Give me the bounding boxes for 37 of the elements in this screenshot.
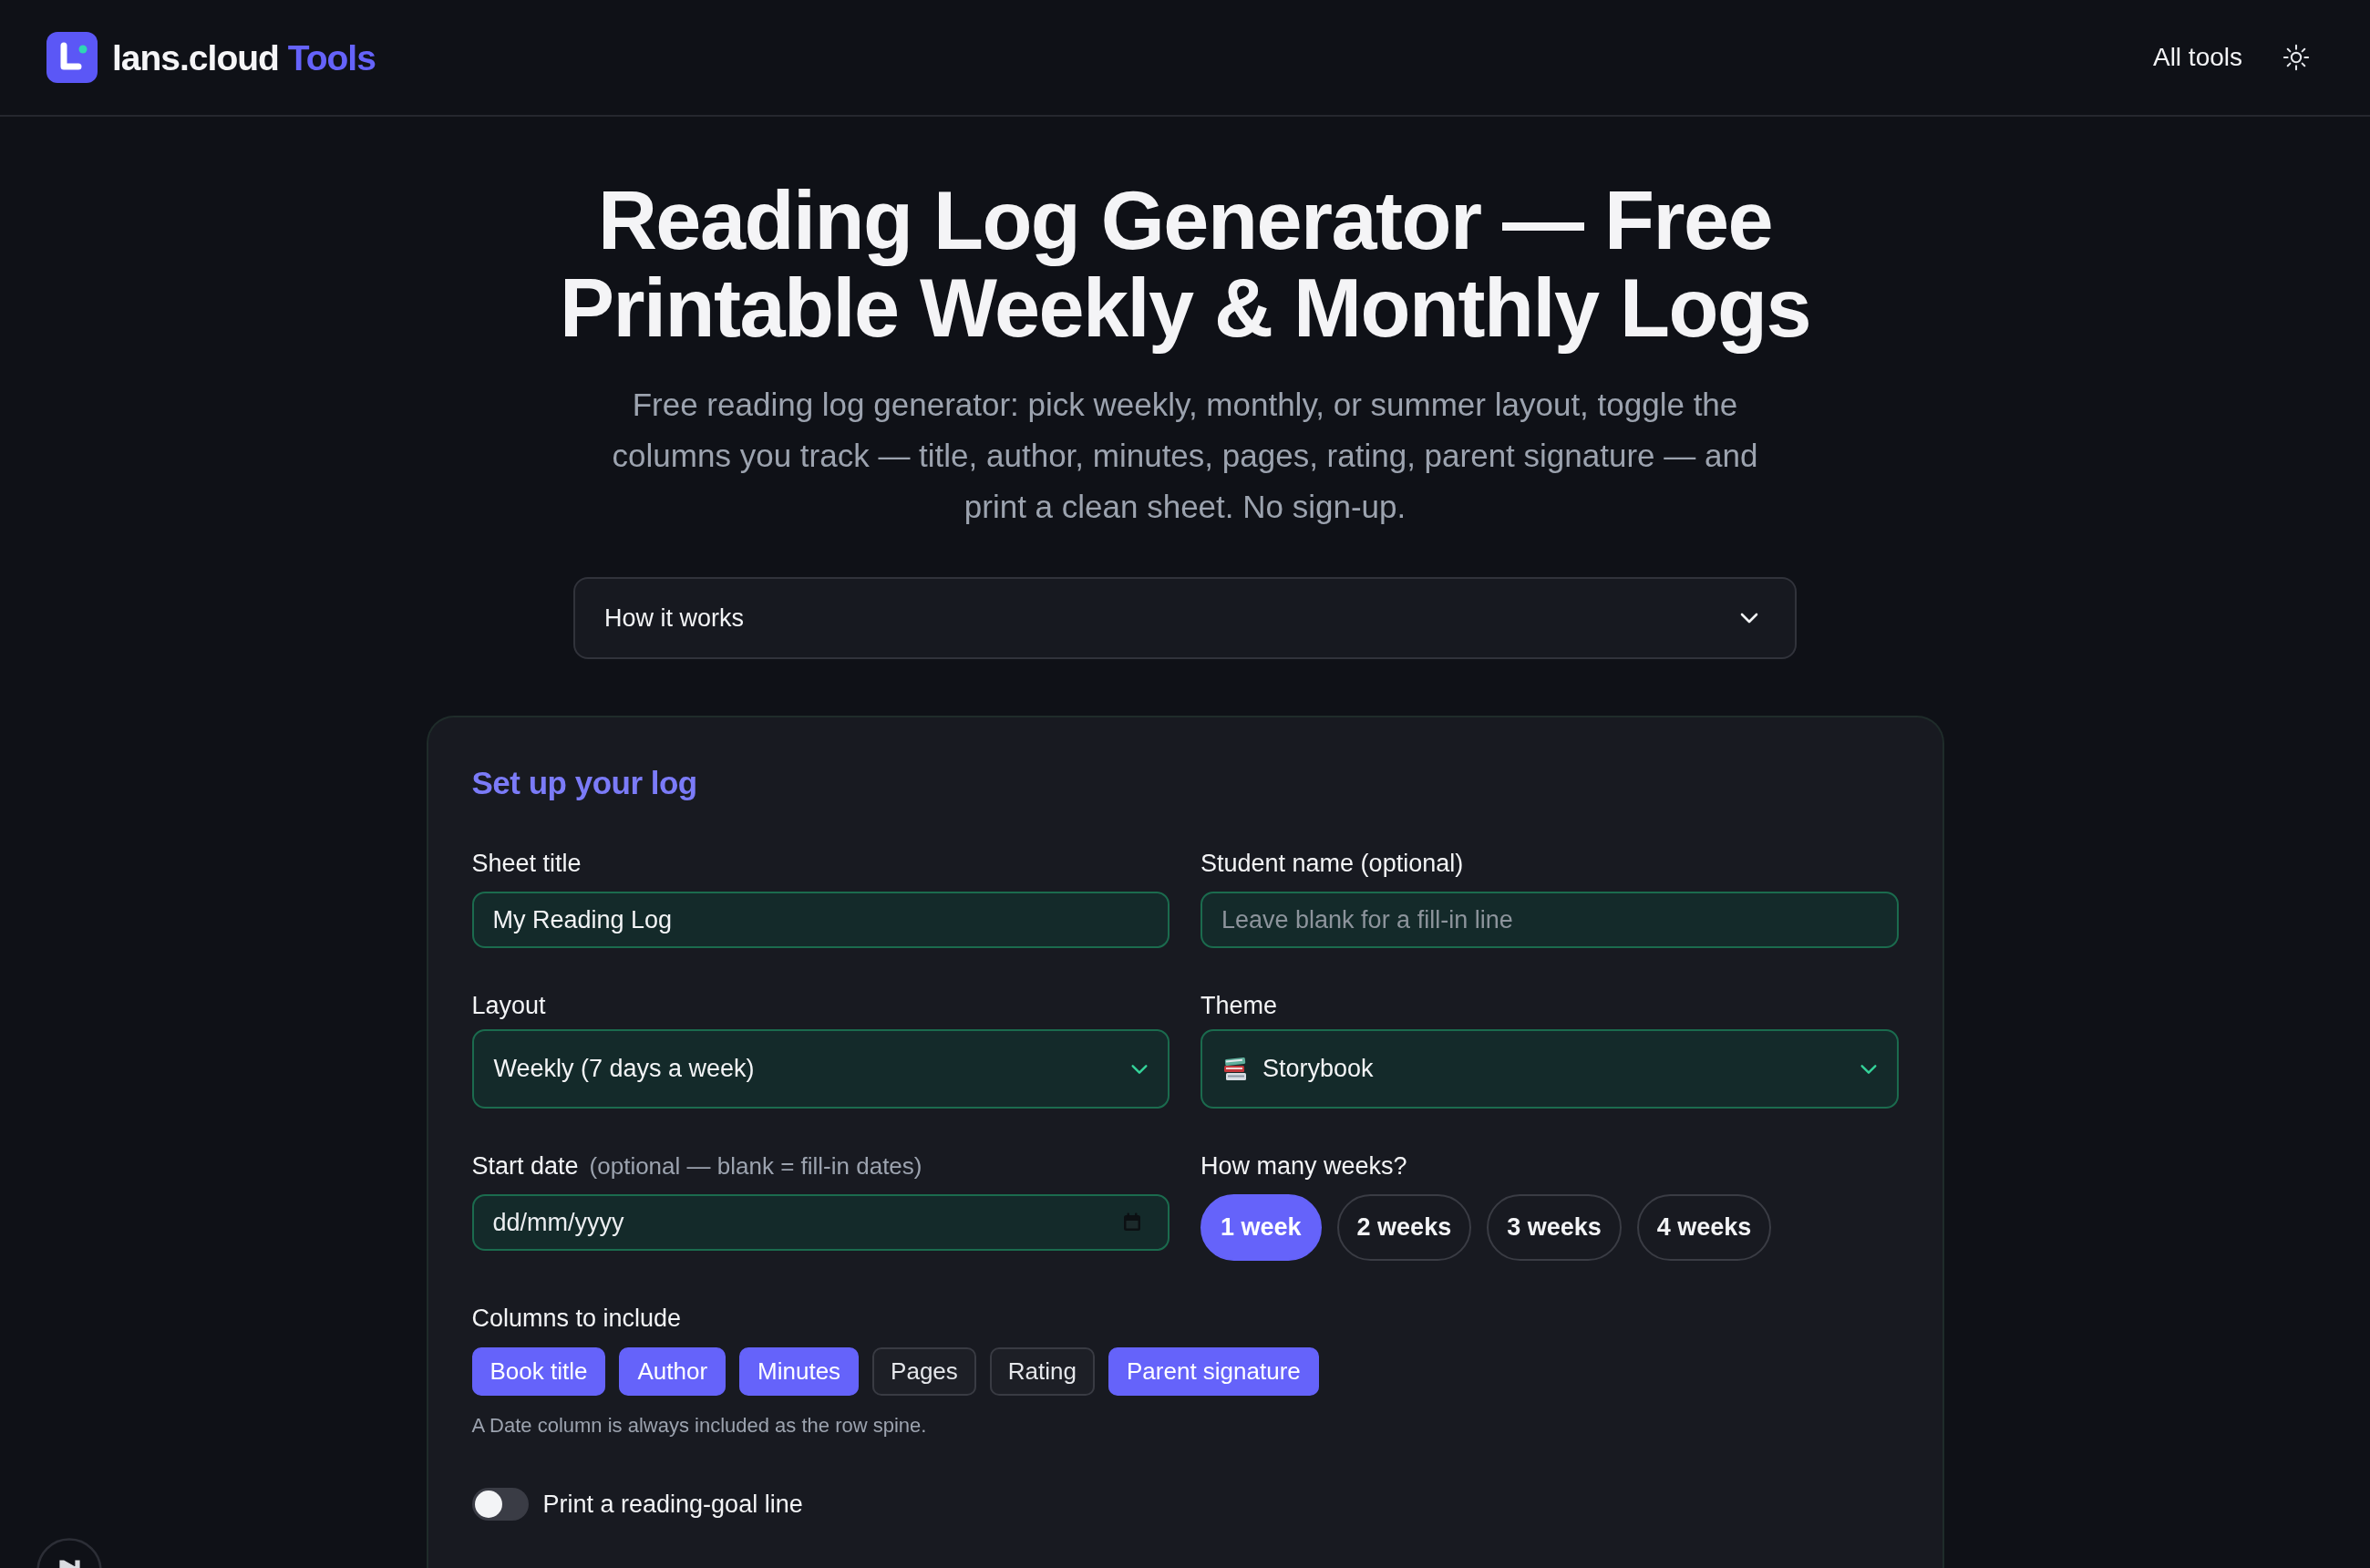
- field-label: Layout: [471, 991, 546, 1021]
- week-option[interactable]: 2 weeks: [1336, 1194, 1472, 1261]
- logo-icon[interactable]: [46, 32, 98, 83]
- column-chip[interactable]: Book title: [471, 1347, 606, 1396]
- column-chip[interactable]: Parent signature: [1108, 1347, 1319, 1396]
- text-field[interactable]: Leave blank for a fill-in line: [1200, 892, 1899, 948]
- section-heading: Set up your log: [471, 764, 698, 802]
- field-hint: (optional — blank = fill-in dates): [589, 1151, 922, 1181]
- date-field[interactable]: dd/mm/yyyy: [471, 1194, 1170, 1251]
- field-label: How many weeks?: [1200, 1151, 1407, 1181]
- week-option[interactable]: 3 weeks: [1487, 1194, 1622, 1261]
- brand-name[interactable]: lans.cloud Tools: [112, 39, 376, 76]
- dropdown[interactable]: Weekly (7 days a week): [471, 1029, 1170, 1109]
- field-label: Student name (optional): [1200, 849, 1464, 879]
- nav-link[interactable]: All tools: [2152, 38, 2242, 77]
- page-description: Free reading log generator: pick weekly, monthly, or summer layout, toggle the columns you track — title, author, minutes, pages, rating, parent signature — and print a clean sheet. No sign-up.: [611, 386, 1759, 526]
- dropdown[interactable]: Storybook: [1200, 1029, 1899, 1109]
- theme-toggle-button[interactable]: [2282, 44, 2310, 71]
- round-logo-icon[interactable]: [36, 1538, 102, 1568]
- toggle-label: Print a reading-goal line: [542, 1490, 803, 1520]
- books-icon: [1222, 1057, 1248, 1081]
- page-title: Reading Log Generator — Free Printable Weekly & Monthly Logs: [558, 177, 1812, 352]
- week-option[interactable]: 4 weeks: [1636, 1194, 1772, 1261]
- column-chip[interactable]: Author: [619, 1347, 726, 1396]
- sun-icon: [2282, 44, 2310, 71]
- column-chip[interactable]: Rating: [989, 1347, 1095, 1396]
- column-chip[interactable]: Pages: [872, 1347, 976, 1396]
- column-chip[interactable]: Minutes: [739, 1347, 860, 1396]
- week-option[interactable]: 1 week: [1200, 1194, 1322, 1261]
- field-label: Start date: [471, 1151, 579, 1181]
- how-it-works-accordion[interactable]: How it works: [573, 577, 1797, 659]
- field-label: Columns to include: [471, 1304, 682, 1334]
- field-label: Sheet title: [471, 849, 582, 879]
- toggle-switch[interactable]: [471, 1488, 529, 1522]
- text-field[interactable]: My Reading Log: [471, 892, 1170, 948]
- helper-text: A Date column is always included as the row spine.: [471, 1413, 927, 1439]
- field-label: Theme: [1200, 991, 1278, 1021]
